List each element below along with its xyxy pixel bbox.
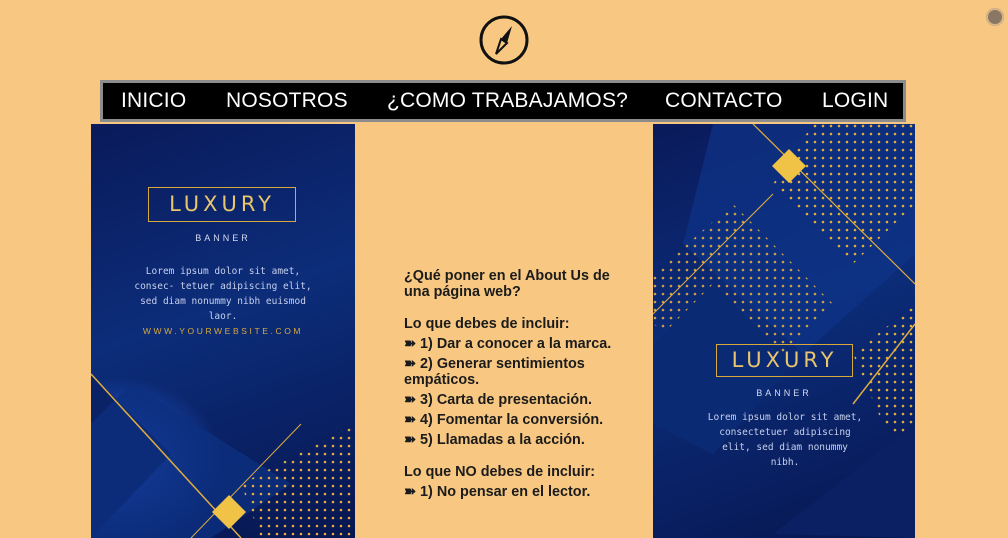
left-banner-image: LUXURY BANNER Lorem ipsum dolor sit amet…: [91, 124, 355, 538]
right-banner-image: LUXURY BANNER Lorem ipsum dolor sit amet…: [653, 124, 915, 538]
nav-item-login[interactable]: LOGIN: [822, 89, 888, 113]
article-question: ¿Qué poner en el About Us de una página …: [404, 268, 610, 300]
include-heading: Lo que debes de incluir:: [404, 316, 570, 332]
nav-item-nosotros[interactable]: NOSOTROS: [226, 89, 348, 113]
exclude-heading: Lo que NO debes de incluir:: [404, 464, 596, 480]
nav-item-inicio[interactable]: INICIO: [121, 89, 186, 113]
nav-item-contacto[interactable]: CONTACTO: [665, 89, 783, 113]
include-item-1: ➽ 1) Dar a conocer a la marca.: [404, 336, 612, 352]
banner-body-text: Lorem ipsum dolor sit amet, consec- tetu…: [134, 266, 312, 322]
compass-icon[interactable]: [478, 14, 530, 66]
banner-subtitle-right: BANNER: [756, 388, 812, 398]
include-item-2: ➽ 2) Generar sentimientos empáticos.: [404, 356, 585, 388]
main-nav: INICIO NOSOTROS ¿COMO TRABAJAMOS? CONTAC…: [100, 80, 906, 122]
nav-item-como-trabajamos[interactable]: ¿COMO TRABAJAMOS?: [387, 89, 628, 113]
banner-subtitle: BANNER: [195, 233, 251, 243]
luxury-title-right: LUXURY: [731, 348, 838, 372]
luxury-title-box-right: LUXURY: [716, 344, 853, 377]
right-banner-decoration: [653, 124, 915, 538]
scroll-indicator[interactable]: [986, 8, 1004, 26]
banner-website: WWW.YOURWEBSITE.COM: [142, 326, 304, 336]
banner-body-text-right: Lorem ipsum dolor sit amet, consectetuer…: [707, 412, 863, 468]
exclude-item-1: ➽ 1) No pensar en el lector.: [404, 484, 591, 500]
include-item-5: ➽ 5) Llamadas a la acción.: [404, 432, 585, 448]
luxury-title-box: LUXURY: [148, 187, 296, 222]
luxury-title: LUXURY: [169, 192, 275, 216]
about-us-article: ¿Qué poner en el About Us de una página …: [404, 268, 614, 500]
include-item-3: ➽ 3) Carta de presentación.: [404, 392, 592, 408]
include-item-4: ➽ 4) Fomentar la conversión.: [404, 412, 604, 428]
